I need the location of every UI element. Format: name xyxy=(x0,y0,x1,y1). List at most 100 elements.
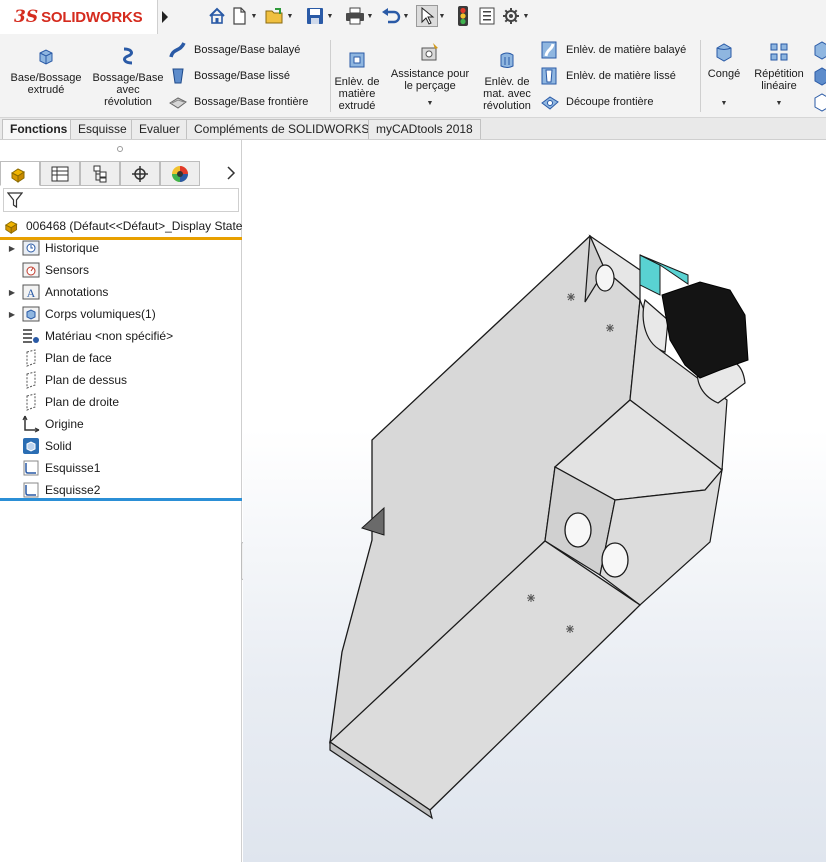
model-hole-top xyxy=(595,264,615,292)
tree-item-plan-de-droite[interactable]: Plan de droite xyxy=(0,391,242,413)
tree-item-materiau[interactable]: Matériau <non spécifié> xyxy=(0,325,242,347)
rib-icon[interactable] xyxy=(812,40,826,60)
tree-item-plan-de-face[interactable]: Plan de face xyxy=(0,347,242,369)
panel-grip-handle[interactable] xyxy=(117,146,123,152)
graphics-area[interactable] xyxy=(243,140,826,862)
root-part-label: 006468 (Défaut<<Défaut>_Display State xyxy=(26,218,242,233)
tab-mycadtools[interactable]: myCADtools 2018 xyxy=(368,119,481,139)
revolved-boss-label: Bossage/Base avec révolution xyxy=(92,72,164,108)
dimxpert-manager-tab[interactable] xyxy=(120,161,160,186)
solid-bodies-icon xyxy=(22,306,40,322)
extruded-cut-button[interactable]: Enlèv. de matière extrudé xyxy=(332,50,382,112)
feature-tree: ▶ Historique Sensors ▶ A Annotations ▶ C… xyxy=(0,237,242,501)
chevron-down-icon[interactable]: ▼ xyxy=(748,98,810,110)
extruded-boss-base-button[interactable]: Base/Bossage extrudé xyxy=(8,46,84,96)
solidworks-logo[interactable]: 3S SOLIDWORKS xyxy=(0,0,158,34)
boundary-boss-label: Bossage/Base frontière xyxy=(194,96,309,108)
plane-icon xyxy=(26,393,36,411)
chevron-down-icon[interactable]: ▼ xyxy=(704,98,744,110)
tree-item-corps-volumiques[interactable]: ▶ Corps volumiques(1) xyxy=(0,303,242,325)
fillet-button[interactable]: Congé ▼ xyxy=(704,42,744,110)
model-hole xyxy=(564,512,592,548)
chevron-right-icon[interactable] xyxy=(226,165,238,183)
brand-name: SOLIDWORKS xyxy=(41,8,143,26)
expand-arrow-icon[interactable]: ▶ xyxy=(6,310,18,319)
chevron-down-icon[interactable]: ▼ xyxy=(386,98,474,110)
filter-icon[interactable] xyxy=(7,191,23,209)
3d-part-model[interactable] xyxy=(243,140,826,862)
file-properties-icon[interactable] xyxy=(476,5,498,27)
chevron-down-icon[interactable]: ▼ xyxy=(250,5,258,27)
tree-item-sensors[interactable]: Sensors xyxy=(0,259,242,281)
imported-solid-icon xyxy=(23,438,39,454)
revolved-boss-base-button[interactable]: Bossage/Base avec révolution xyxy=(88,46,168,108)
shell-icon[interactable] xyxy=(812,92,826,112)
rollback-bar[interactable] xyxy=(0,498,242,501)
linear-pattern-label: Répétition linéaire xyxy=(754,68,804,92)
ribbon-separator xyxy=(330,40,331,112)
revolved-cut-button[interactable]: Enlèv. de mat. avec révolution xyxy=(478,50,536,112)
linear-pattern-button[interactable]: Répétition linéaire ▼ xyxy=(748,42,810,110)
display-manager-tab[interactable] xyxy=(160,161,200,186)
select-icon[interactable] xyxy=(416,5,438,27)
property-manager-icon xyxy=(51,166,69,181)
ds-logo-mark: 3S xyxy=(14,7,39,27)
expand-arrow-icon[interactable]: ▶ xyxy=(6,288,18,297)
tree-filter-box[interactable] xyxy=(3,188,239,212)
annotations-icon: A xyxy=(22,284,40,300)
extruded-cut-label: Enlèv. de matière extrudé xyxy=(334,76,380,112)
chevron-down-icon[interactable]: ▼ xyxy=(438,5,446,27)
tree-item-annotations[interactable]: ▶ A Annotations xyxy=(0,281,242,303)
tree-item-label: Corps volumiques(1) xyxy=(45,307,156,321)
save-icon[interactable] xyxy=(304,5,326,27)
tree-item-origine[interactable]: Origine xyxy=(0,413,242,435)
tree-item-plan-de-dessus[interactable]: Plan de dessus xyxy=(0,369,242,391)
lofted-boss-label: Bossage/Base lissé xyxy=(194,70,290,82)
lofted-boss-icon xyxy=(172,68,184,84)
draft-icon[interactable] xyxy=(812,66,826,86)
hole-wizard-button[interactable]: Assistance pour le perçage ▼ xyxy=(386,42,474,110)
tree-item-label: Historique xyxy=(45,241,100,255)
swept-boss-base-button[interactable]: Bossage/Base balayé xyxy=(168,40,300,60)
sensor-icon xyxy=(22,262,40,278)
chevron-down-icon[interactable]: ▼ xyxy=(522,5,530,27)
swept-cut-button[interactable]: Enlèv. de matière balayé xyxy=(540,40,686,60)
tab-fonctions[interactable]: Fonctions xyxy=(2,119,76,139)
lofted-cut-button[interactable]: Enlèv. de matière lissé xyxy=(540,66,676,86)
tree-item-historique[interactable]: ▶ Historique xyxy=(0,237,242,259)
history-folder-icon xyxy=(22,240,40,256)
rebuild-icon[interactable] xyxy=(452,5,474,27)
chevron-down-icon[interactable]: ▼ xyxy=(286,5,294,27)
menu-expand-icon[interactable] xyxy=(160,8,170,26)
chevron-down-icon[interactable]: ▼ xyxy=(326,5,334,27)
extruded-boss-icon xyxy=(39,49,53,65)
tab-esquisse[interactable]: Esquisse xyxy=(70,119,135,139)
boundary-cut-button[interactable]: Découpe frontière xyxy=(540,92,653,112)
new-document-icon[interactable] xyxy=(228,5,250,27)
model-hole xyxy=(601,542,629,578)
material-icon xyxy=(23,329,39,343)
chevron-down-icon[interactable]: ▼ xyxy=(402,5,410,27)
hole-wizard-icon xyxy=(421,43,438,61)
origin-icon xyxy=(22,415,40,433)
revolved-boss-icon xyxy=(123,47,133,65)
configuration-manager-tab[interactable] xyxy=(80,161,120,186)
svg-text:A: A xyxy=(27,286,36,300)
tab-evaluer[interactable]: Evaluer xyxy=(131,119,188,139)
home-icon[interactable] xyxy=(206,5,228,27)
open-icon[interactable] xyxy=(264,5,286,27)
tree-item-label: Plan de face xyxy=(45,351,112,365)
boundary-boss-base-button[interactable]: Bossage/Base frontière xyxy=(168,92,308,112)
print-icon[interactable] xyxy=(344,5,366,27)
chevron-down-icon[interactable]: ▼ xyxy=(366,5,374,27)
undo-icon[interactable] xyxy=(380,5,402,27)
expand-arrow-icon[interactable]: ▶ xyxy=(6,244,18,253)
feature-manager-tab[interactable] xyxy=(0,161,40,186)
tree-item-label: Esquisse2 xyxy=(45,483,101,497)
lofted-boss-base-button[interactable]: Bossage/Base lissé xyxy=(168,66,290,86)
tree-item-solid[interactable]: Solid xyxy=(0,435,242,457)
tab-complements[interactable]: Compléments de SOLIDWORKS xyxy=(186,119,378,139)
tree-item-esquisse1[interactable]: Esquisse1 xyxy=(0,457,242,479)
property-manager-tab[interactable] xyxy=(40,161,80,186)
options-icon[interactable] xyxy=(500,5,522,27)
